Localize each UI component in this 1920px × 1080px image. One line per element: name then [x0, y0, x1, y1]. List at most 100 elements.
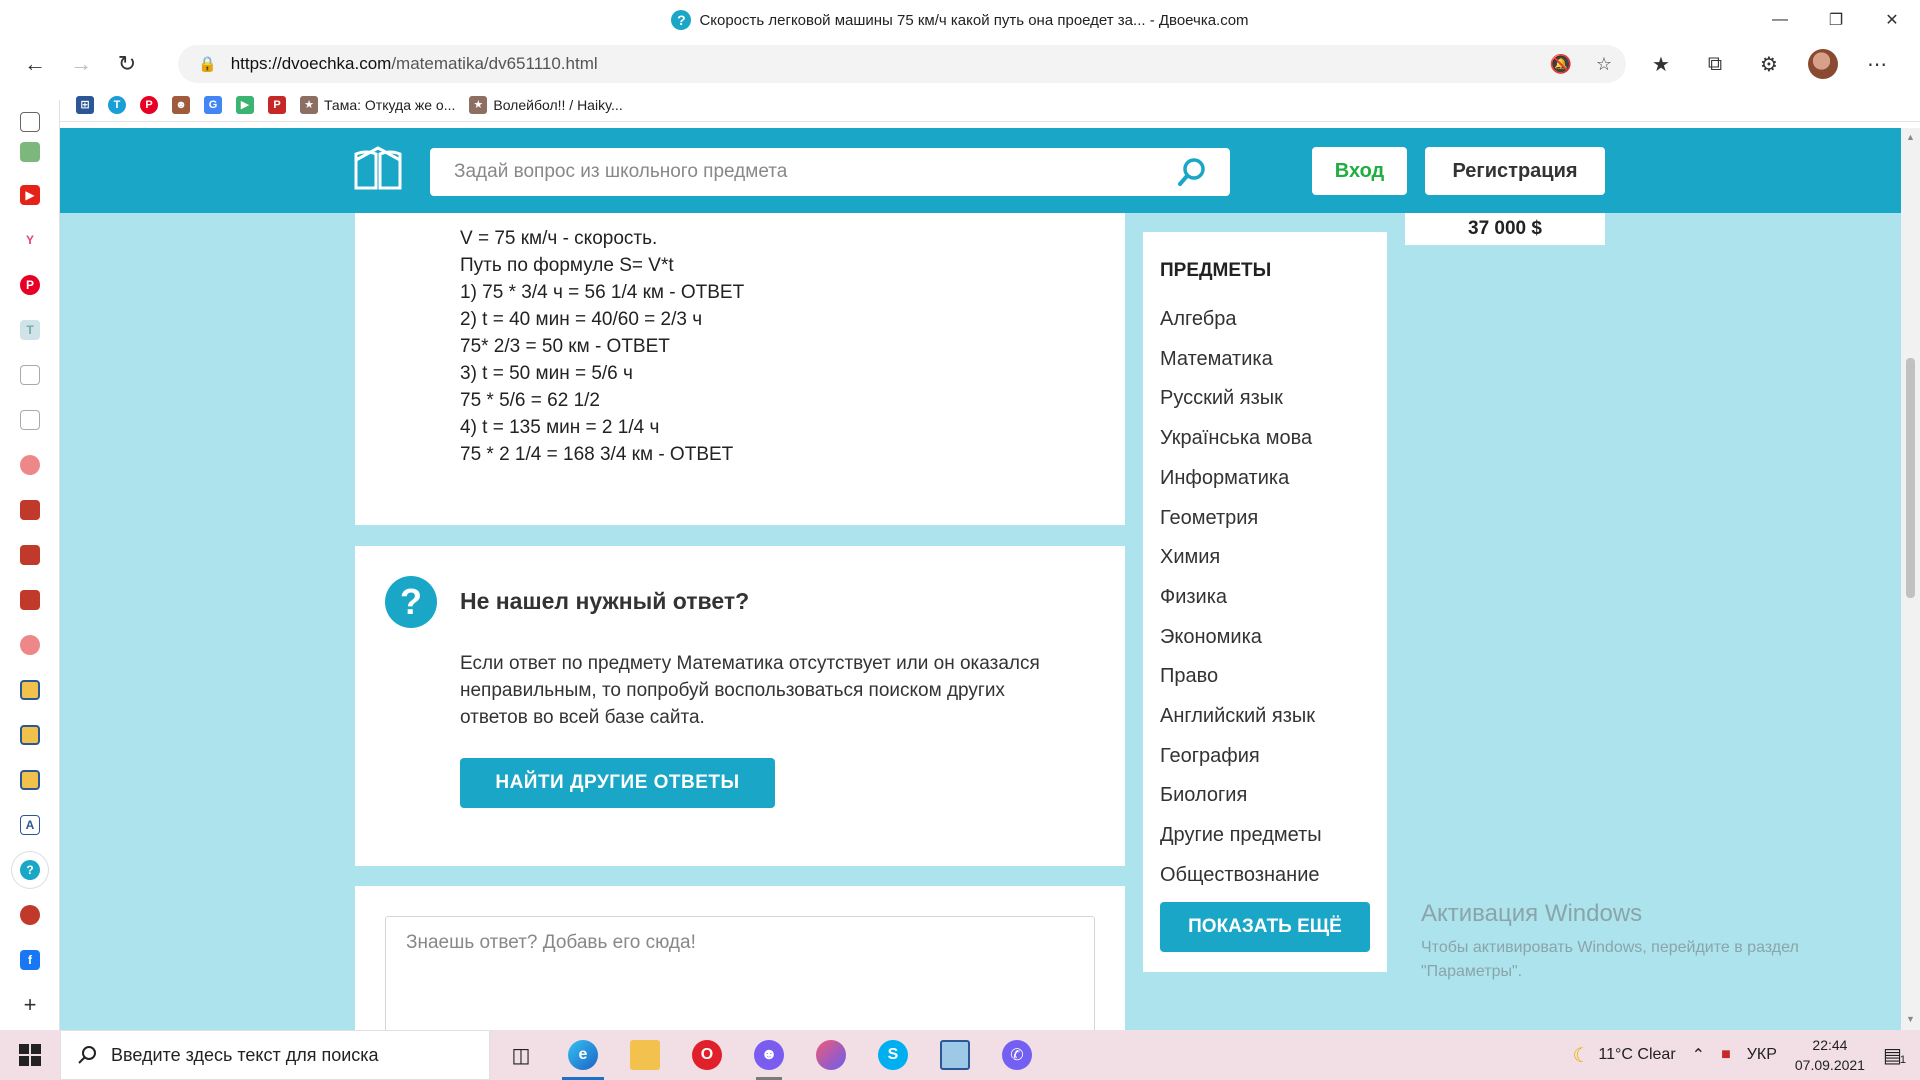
- page-viewport: Задай вопрос из школьного предмета Вход …: [60, 128, 1901, 1030]
- app-icon[interactable]: [20, 545, 40, 565]
- app-icon[interactable]: [20, 590, 40, 610]
- more-menu-icon[interactable]: ⋯: [1850, 44, 1904, 84]
- language-indicator[interactable]: УКР: [1739, 1046, 1785, 1064]
- clock[interactable]: 22:44 07.09.2021: [1785, 1035, 1875, 1075]
- bookmark-tama[interactable]: ★ Тама: Откуда же о...: [300, 93, 455, 117]
- no-answer-text: Если ответ по предмету Математика отсутс…: [460, 653, 1040, 728]
- tray-app-icon[interactable]: ■: [1713, 1046, 1739, 1064]
- start-button[interactable]: [0, 1030, 60, 1080]
- forward-button[interactable]: →: [58, 44, 104, 84]
- pinterest-icon[interactable]: P: [20, 275, 40, 295]
- tray-expand-icon[interactable]: ⌃: [1684, 1045, 1713, 1065]
- subject-link[interactable]: Другие предметы: [1160, 816, 1322, 856]
- app-icon[interactable]: [20, 635, 40, 655]
- task-view-button[interactable]: ◫: [490, 1030, 552, 1080]
- subject-link[interactable]: Обществознание: [1160, 856, 1322, 896]
- dvoechka-side-icon[interactable]: ?: [20, 860, 40, 880]
- page-scrollbar[interactable]: ▲ ▼: [1901, 128, 1920, 1030]
- bookmark-google-translate[interactable]: G: [204, 93, 222, 117]
- app-icon[interactable]: [20, 905, 40, 925]
- translate-side-icon[interactable]: T: [20, 320, 40, 340]
- profile-avatar[interactable]: [1796, 44, 1850, 84]
- scroll-down-icon[interactable]: ▼: [1906, 1014, 1915, 1024]
- bookmark-avatar[interactable]: ☻: [172, 93, 190, 117]
- url-text[interactable]: https://dvoechka.com/matematika/dv651110…: [231, 54, 598, 74]
- dictionary-icon[interactable]: A: [20, 815, 40, 835]
- weather-widget[interactable]: ☾ 11°C Clear: [1564, 1043, 1683, 1068]
- image-icon[interactable]: [20, 770, 40, 790]
- subject-link[interactable]: Русский язык: [1160, 379, 1322, 419]
- search-icon: [78, 1046, 96, 1064]
- restore-button[interactable]: ❐: [1808, 0, 1864, 40]
- taskbar-explorer[interactable]: [614, 1030, 676, 1080]
- register-button[interactable]: Регистрация: [1425, 147, 1605, 195]
- add-icon[interactable]: +: [20, 992, 40, 1017]
- favorites-icon[interactable]: ★: [1634, 44, 1688, 84]
- tabs-icon[interactable]: [20, 112, 40, 132]
- youtube-icon[interactable]: ▶: [20, 185, 40, 205]
- subject-link[interactable]: Математика: [1160, 340, 1322, 380]
- scroll-thumb[interactable]: [1906, 358, 1915, 598]
- close-button[interactable]: ✕: [1864, 0, 1920, 40]
- prize-amount: 37 000 $: [1405, 213, 1605, 245]
- add-answer-textarea[interactable]: Знаешь ответ? Добавь его сюда!: [385, 916, 1095, 1030]
- facebook-icon[interactable]: f: [20, 950, 40, 970]
- google-translate-icon: G: [204, 95, 222, 114]
- subject-link[interactable]: Английский язык: [1160, 697, 1322, 737]
- weather-text: 11°C Clear: [1598, 1046, 1676, 1063]
- scroll-up-icon[interactable]: ▲: [1906, 132, 1915, 142]
- taskbar-skype[interactable]: S: [862, 1030, 924, 1080]
- app-icon[interactable]: [20, 455, 40, 475]
- photos-icon: [940, 1040, 970, 1070]
- subject-link[interactable]: Экономика: [1160, 618, 1322, 658]
- subject-link[interactable]: Физика: [1160, 578, 1322, 618]
- subject-link[interactable]: Право: [1160, 657, 1322, 697]
- collections-icon[interactable]: ⧉: [1688, 44, 1742, 84]
- subject-link[interactable]: Українська мова: [1160, 419, 1322, 459]
- bookmark-green-app[interactable]: ▶: [236, 93, 254, 117]
- plant-icon[interactable]: [20, 142, 40, 162]
- image-icon[interactable]: [20, 680, 40, 700]
- image-icon[interactable]: [20, 725, 40, 745]
- app-icon[interactable]: [20, 500, 40, 520]
- bookmark-pdf[interactable]: P: [268, 93, 286, 117]
- document-icon[interactable]: [20, 410, 40, 430]
- bookmark-haikyu[interactable]: ★ Волейбол!! / Haiky...: [469, 93, 623, 117]
- answer-line: 3) t = 50 мин = 5/6 ч: [460, 363, 633, 384]
- address-bar-actions: 🔕 ☆: [1549, 45, 1612, 83]
- subject-link[interactable]: Геометрия: [1160, 499, 1322, 539]
- taskbar-paint[interactable]: [800, 1030, 862, 1080]
- taskbar-viber[interactable]: ✆: [986, 1030, 1048, 1080]
- refresh-button[interactable]: ↻: [104, 44, 150, 84]
- bookmark-calculator[interactable]: ⊞: [76, 93, 94, 117]
- book-logo-icon[interactable]: [352, 146, 404, 194]
- subject-link[interactable]: География: [1160, 737, 1322, 777]
- extensions-icon[interactable]: ⚙: [1742, 44, 1796, 84]
- subject-link[interactable]: Химия: [1160, 538, 1322, 578]
- find-other-answers-button[interactable]: НАЙТИ ДРУГИЕ ОТВЕТЫ: [460, 758, 775, 808]
- taskbar-edge[interactable]: e: [552, 1030, 614, 1080]
- notifications-blocked-icon[interactable]: 🔕: [1549, 54, 1571, 75]
- taskbar-discord[interactable]: ☻: [738, 1030, 800, 1080]
- search-icon[interactable]: [1176, 156, 1208, 188]
- back-button[interactable]: ←: [12, 44, 58, 84]
- document-icon[interactable]: [20, 365, 40, 385]
- add-favorite-icon[interactable]: ☆: [1596, 54, 1612, 75]
- subject-link[interactable]: Алгебра: [1160, 300, 1322, 340]
- subject-link[interactable]: Биология: [1160, 776, 1322, 816]
- taskbar-search-input[interactable]: Введите здесь текст для поиска: [60, 1030, 490, 1080]
- taskbar-photos[interactable]: [924, 1030, 986, 1080]
- bookmark-pinterest[interactable]: P: [140, 93, 158, 117]
- show-more-button[interactable]: ПОКАЗАТЬ ЕЩЁ: [1160, 902, 1370, 952]
- url-path: /matematika/dv651110.html: [391, 54, 598, 73]
- login-button[interactable]: Вход: [1312, 147, 1407, 195]
- lock-icon[interactable]: 🔒: [198, 55, 217, 73]
- subject-link[interactable]: Информатика: [1160, 459, 1322, 499]
- cocktail-icon[interactable]: Y: [20, 230, 40, 250]
- bookmark-translate[interactable]: T: [108, 93, 126, 117]
- address-bar[interactable]: 🔒 https://dvoechka.com/matematika/dv6511…: [178, 45, 1626, 83]
- minimize-button[interactable]: —: [1752, 0, 1808, 40]
- taskbar-opera[interactable]: O: [676, 1030, 738, 1080]
- notifications-button[interactable]: ▤ 1: [1875, 1043, 1920, 1068]
- site-search-input[interactable]: Задай вопрос из школьного предмета: [430, 148, 1230, 196]
